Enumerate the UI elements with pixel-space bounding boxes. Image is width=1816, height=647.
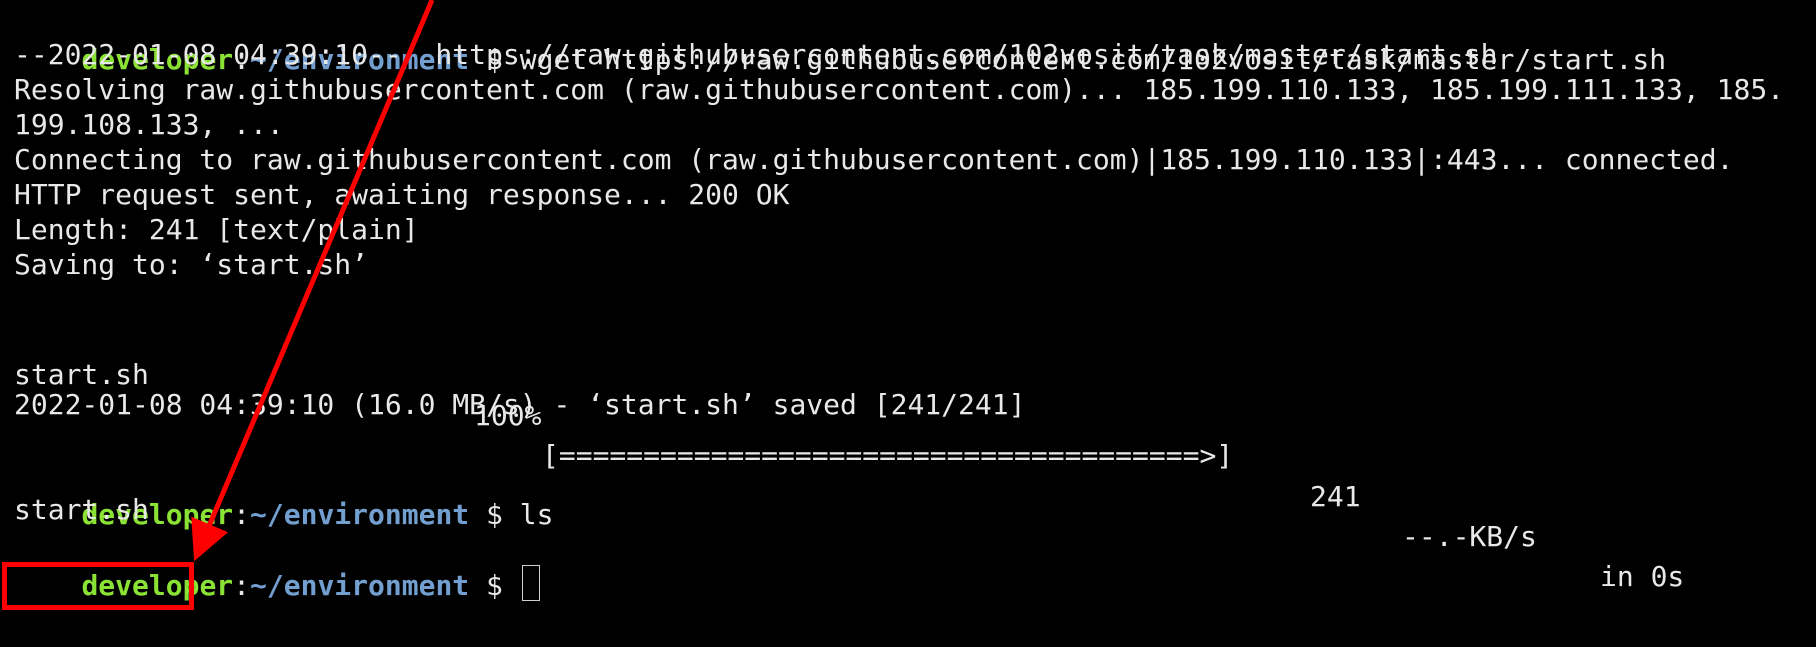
prompt-path: ~/environment	[250, 569, 470, 603]
prompt-user: developer	[81, 569, 234, 603]
output-line: Connecting to raw.githubusercontent.com …	[14, 143, 1734, 176]
output-line: Length: 241 [text/plain]	[14, 213, 419, 246]
prompt-separator: :	[233, 569, 251, 603]
progress-bar: [======================================>…	[542, 439, 1234, 473]
text-cursor[interactable]	[521, 565, 540, 602]
output-line: --2022-01-08 04:39:10-- https://raw.gith…	[14, 38, 1498, 71]
prompt-sign: $	[469, 569, 520, 603]
output-line: HTTP request sent, awaiting response... …	[14, 178, 790, 211]
progress-time: in 0s	[1600, 560, 1685, 594]
output-line: 199.108.133, ...	[14, 108, 284, 141]
ls-output: start.sh	[14, 493, 149, 526]
command-line-ls: developer:~/environment $ ls	[14, 455, 553, 531]
terminal-window[interactable]: developer:~/environment $ wget https://r…	[0, 0, 1816, 642]
output-line: Saving to: ‘start.sh’	[14, 248, 369, 281]
progress-speed: --.-KB/s	[1402, 520, 1537, 554]
command-line-current[interactable]: developer:~/environment $	[14, 525, 540, 602]
output-line: Resolving raw.githubusercontent.com (raw…	[14, 73, 1785, 106]
progress-size: 241	[1310, 479, 1361, 513]
download-progress-line: start.sh 100% [=========================…	[14, 315, 1814, 593]
output-line-saved: 2022-01-08 04:39:10 (16.0 MB/s) - ‘start…	[14, 388, 1026, 421]
command-line-wget: developer:~/environment $ wget https://r…	[14, 0, 1666, 76]
